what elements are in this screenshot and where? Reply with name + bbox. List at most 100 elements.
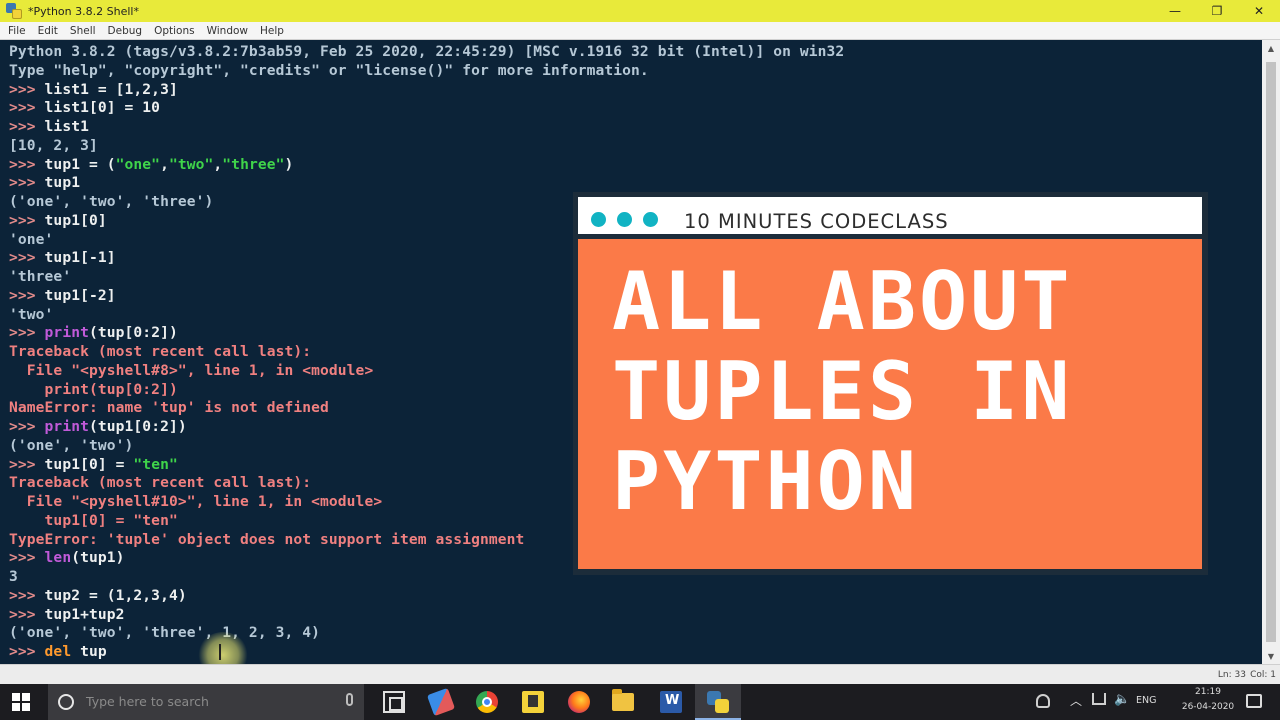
shell-text: ): [284, 155, 294, 173]
sticky-notes-icon[interactable]: [522, 691, 544, 713]
people-icon[interactable]: [1036, 694, 1050, 708]
chrome-icon[interactable]: [476, 691, 498, 713]
shell-text: tup1[-1]: [44, 249, 116, 267]
window-title: *Python 3.8.2 Shell*: [28, 4, 139, 18]
shell-prompt: >>>: [9, 174, 45, 192]
status-column: Col: 1: [1250, 670, 1276, 680]
shell-text: NameError: name 'tup' is not defined: [9, 399, 329, 417]
menu-file[interactable]: File: [0, 25, 32, 37]
card-header: 10 MINUTES CODECLASS: [578, 197, 1202, 234]
shell-prompt: >>>: [9, 643, 45, 660]
shell-prompt: >>>: [9, 286, 45, 304]
network-icon[interactable]: [1092, 693, 1106, 705]
shell-text: ,: [213, 155, 223, 173]
video-title: ALL ABOUT TUPLES IN PYTHON: [612, 257, 1072, 527]
shell-line: >>> list1 = [1,2,3]: [9, 81, 1262, 100]
shell-prompt: >>>: [9, 324, 45, 342]
shell-line: >>> tup2 = (1,2,3,4): [9, 587, 1262, 606]
shell-prompt: >>>: [9, 418, 45, 435]
shell-prompt: >>>: [9, 549, 45, 567]
dot-icon: [591, 212, 606, 227]
chevron-up-icon[interactable]: ︿: [1070, 692, 1082, 709]
shell-text: "one": [115, 155, 161, 173]
shell-text: tup1[0] =: [44, 455, 134, 473]
taskbar-search[interactable]: Type here to search: [48, 684, 364, 720]
minimize-button[interactable]: —: [1154, 0, 1196, 22]
scroll-down-icon[interactable]: ▼: [1262, 648, 1280, 664]
shell-prompt: >>>: [9, 586, 45, 604]
task-view-icon[interactable]: [383, 691, 405, 713]
shell-text: (tup1[0:2]): [88, 418, 187, 435]
vertical-scrollbar[interactable]: ▲ ▼: [1262, 40, 1280, 664]
shell-prompt: >>>: [9, 99, 45, 117]
status-line: Ln: 33: [1217, 670, 1246, 680]
menu-debug[interactable]: Debug: [102, 25, 149, 37]
shell-text: tup1[0]: [44, 211, 107, 229]
file-explorer-icon[interactable]: [612, 689, 634, 711]
dot-icon: [617, 212, 632, 227]
menu-window[interactable]: Window: [201, 25, 254, 37]
firefox-icon[interactable]: [568, 691, 590, 713]
shell-line: >>> tup1: [9, 174, 1262, 193]
shell-text: print: [44, 418, 89, 435]
menu-edit[interactable]: Edit: [32, 25, 64, 37]
shell-prompt: >>>: [9, 118, 45, 135]
shell-prompt: >>>: [9, 211, 45, 229]
shell-text: tup1[-2]: [44, 286, 116, 304]
taskbar: Type here to search ︿ 🔈 ENG 21:19 26-04-…: [0, 684, 1280, 720]
search-placeholder: Type here to search: [86, 694, 209, 709]
shell-text: TypeError: 'tuple' object does not suppo…: [9, 530, 525, 548]
shell-line: Python 3.8.2 (tags/v3.8.2:7b3ab59, Feb 2…: [9, 43, 1262, 62]
shell-text: ,: [160, 155, 169, 173]
shell-text: ('one', 'two'): [9, 436, 134, 454]
shell-text: (tup[0:2]): [88, 324, 178, 342]
scroll-up-icon[interactable]: ▲: [1262, 40, 1280, 56]
shell-line: >>> del tup: [9, 643, 1262, 662]
shell-text: File "<pyshell#10>", line 1, in <module>: [9, 493, 383, 510]
scroll-thumb[interactable]: [1266, 62, 1276, 642]
shell-text: Python 3.8.2 (tags/v3.8.2:7b3ab59, Feb 2…: [9, 43, 845, 60]
shell-text: (tup1): [71, 549, 125, 567]
menu-options[interactable]: Options: [148, 25, 201, 37]
volume-icon[interactable]: 🔈: [1114, 692, 1130, 707]
maximize-button[interactable]: ❐: [1196, 0, 1238, 22]
shell-prompt: >>>: [9, 80, 45, 98]
shell-text: len: [44, 549, 72, 567]
menu-help[interactable]: Help: [254, 25, 290, 37]
shell-text: 'two': [9, 305, 54, 323]
close-button[interactable]: ✕: [1238, 0, 1280, 22]
shell-text: Traceback (most recent call last):: [9, 343, 312, 360]
language-indicator[interactable]: ENG: [1136, 695, 1156, 706]
snip-sketch-icon[interactable]: [426, 687, 456, 717]
shell-line: >>> tup1 = ("one","two","three"): [9, 156, 1262, 175]
microphone-icon[interactable]: [346, 693, 353, 706]
shell-text: "three": [222, 155, 285, 173]
shell-text: tup1 = (: [44, 155, 116, 173]
title-card: 10 MINUTES CODECLASS ALL ABOUT TUPLES IN…: [573, 192, 1208, 575]
dot-icon: [643, 212, 658, 227]
menu-shell[interactable]: Shell: [64, 25, 102, 37]
title-line-1: ALL ABOUT: [612, 255, 1073, 348]
shell-text: tup2 = (1,2,3,4): [44, 586, 187, 604]
clock-time[interactable]: 21:19: [1180, 687, 1236, 697]
shell-text: tup: [71, 643, 107, 660]
action-center-icon[interactable]: [1246, 694, 1262, 708]
status-bar: Ln: 33 Col: 1: [0, 664, 1280, 684]
shell-line: >>> tup1+tup2: [9, 606, 1262, 625]
text-cursor-icon: [219, 644, 227, 660]
windows-start-icon[interactable]: [12, 693, 30, 711]
clock-date[interactable]: 26-04-2020: [1180, 702, 1236, 712]
python-icon: [6, 3, 22, 19]
word-icon[interactable]: [660, 691, 682, 713]
cortana-icon: [58, 694, 74, 710]
shell-text: 3: [9, 568, 18, 585]
shell-text: ('one', 'two', 'three'): [9, 193, 214, 210]
shell-prompt: >>>: [9, 455, 45, 473]
window-controls: — ❐ ✕: [1154, 0, 1280, 22]
shell-text: print: [44, 324, 89, 342]
shell-text: del: [44, 643, 72, 660]
window-titlebar: *Python 3.8.2 Shell* — ❐ ✕: [0, 0, 1280, 22]
python-idle-icon[interactable]: [707, 691, 729, 713]
shell-text: Type "help", "copyright", "credits" or "…: [9, 61, 649, 79]
shell-prompt: >>>: [9, 605, 45, 623]
